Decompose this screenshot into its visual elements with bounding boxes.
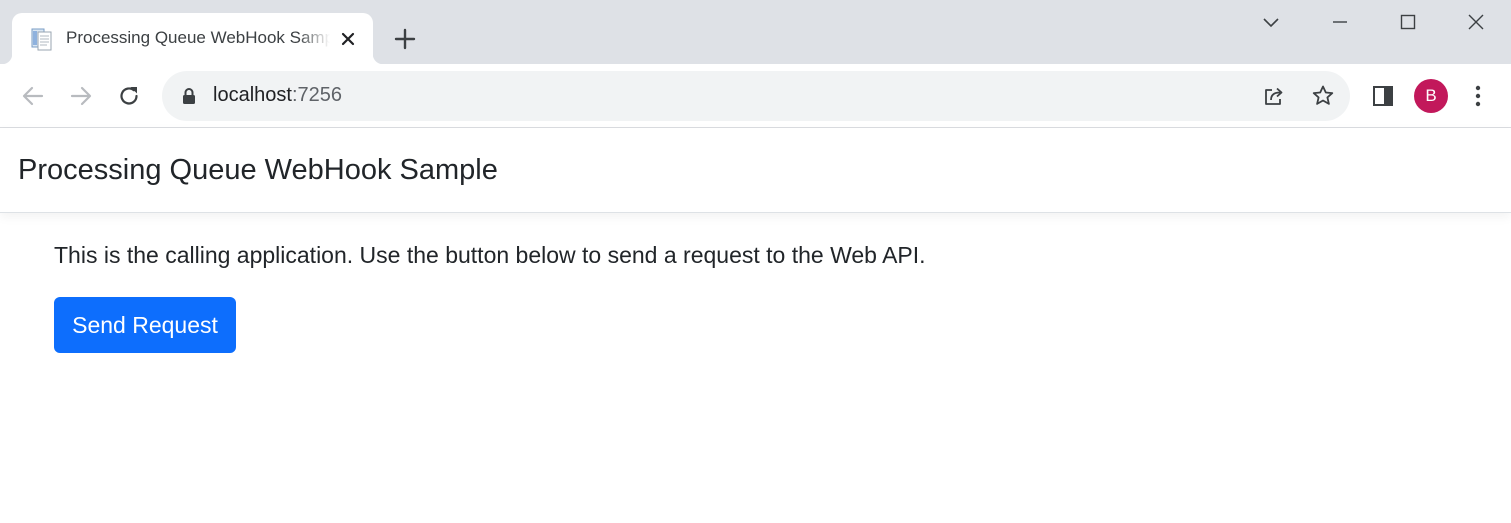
intro-text: This is the calling application. Use the… [54,242,926,268]
page-header: Processing Queue WebHook Sample [0,128,1511,213]
avatar[interactable]: B [1414,79,1448,113]
url-port: :7256 [291,84,342,106]
tab-strip: Processing Queue WebHook Sample [0,0,1511,64]
avatar-initial: B [1425,86,1437,105]
send-request-button[interactable]: Send Request [54,297,236,353]
plus-icon[interactable] [392,26,418,52]
kebab-menu-icon[interactable] [1462,80,1494,112]
url-host: localhost [213,84,292,106]
document-icon [31,27,53,51]
lock-icon[interactable] [178,85,200,107]
reload-icon[interactable] [113,80,145,112]
browser-toolbar: localhost:7256 B [0,64,1511,128]
back-arrow-icon[interactable] [17,80,49,112]
close-icon[interactable] [336,27,360,51]
star-icon[interactable] [1310,83,1336,109]
page-title: Processing Queue WebHook Sample [18,154,498,186]
side-panel-icon[interactable] [1367,80,1399,112]
tab-title: Processing Queue WebHook Sample [66,28,330,47]
page-content: Processing Queue WebHook Sample This is … [0,128,1511,523]
maximize-icon[interactable] [1375,0,1441,44]
minimize-icon[interactable] [1307,0,1373,44]
close-window-icon[interactable] [1443,0,1509,44]
share-icon[interactable] [1261,83,1287,109]
browser-tab[interactable]: Processing Queue WebHook Sample [2,13,383,64]
chevron-down-icon[interactable] [1238,0,1304,44]
address-bar[interactable]: localhost:7256 [162,71,1350,121]
url-text[interactable]: localhost:7256 [213,84,342,107]
forward-arrow-icon[interactable] [65,80,97,112]
